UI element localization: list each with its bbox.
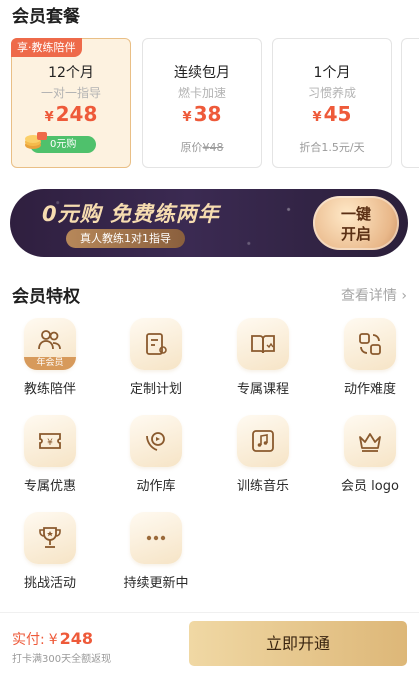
- privilege-custom-plan[interactable]: 定制计划: [108, 318, 204, 397]
- trophy-icon: [24, 512, 76, 564]
- plan-card-12-months[interactable]: 享·教练陪伴 12个月 一对一指导 ¥248 0元购: [11, 38, 131, 168]
- plan-name: 1个月: [313, 65, 351, 81]
- privilege-label: 专属课程: [236, 382, 289, 397]
- privilege-coupon[interactable]: ¥ 专属优惠: [2, 415, 98, 494]
- plan-price: ¥45: [273, 102, 391, 126]
- plan-card-monthly[interactable]: 连续包月 燃卡加速 ¥38 原价¥48: [142, 38, 262, 168]
- currency-symbol: ¥: [44, 110, 54, 125]
- daily-price-note: 折合1.5元/天: [299, 141, 365, 154]
- annual-member-tag: 年会员: [24, 357, 76, 370]
- banner-title: 0元购 免费练两年: [42, 202, 220, 226]
- privilege-member-logo[interactable]: 会员 logo: [322, 415, 418, 494]
- privilege-action-library[interactable]: 动作库: [108, 415, 204, 494]
- original-price: 原价¥48: [143, 139, 261, 155]
- see-details-link[interactable]: 查看详情 ›: [341, 285, 407, 305]
- privilege-label: 教练陪伴: [23, 382, 76, 397]
- privilege-label: 持续更新中: [123, 576, 189, 591]
- music-icon: [237, 415, 289, 467]
- coupon-icon: ¥: [24, 415, 76, 467]
- privilege-label: 专属优惠: [23, 479, 76, 494]
- plan-card-1-month[interactable]: 1个月 习惯养成 ¥45 折合1.5元/天: [272, 38, 392, 168]
- privilege-challenge[interactable]: 挑战活动: [2, 512, 98, 591]
- privilege-label: 挑战活动: [23, 576, 76, 591]
- currency-symbol: ¥: [312, 110, 322, 125]
- zero-purchase-label: 0元购: [50, 139, 77, 150]
- privilege-music[interactable]: 训练音乐: [215, 415, 311, 494]
- difficulty-icon: [344, 318, 396, 370]
- plan-card-partial[interactable]: [401, 38, 419, 168]
- privilege-more[interactable]: 持续更新中: [108, 512, 204, 591]
- open-membership-button[interactable]: 立即开通: [189, 621, 407, 666]
- privilege-label: 会员 logo: [341, 479, 399, 494]
- privilege-exclusive-course[interactable]: 专属课程: [215, 318, 311, 397]
- original-price-label: 原价: [180, 141, 203, 154]
- pay-label: 实付:: [12, 632, 45, 648]
- cashback-note: 打卡满300天全额返现: [12, 654, 112, 665]
- plan-list: 享·教练陪伴 12个月 一对一指导 ¥248 0元购 连续包月 燃卡加速 ¥38…: [11, 38, 419, 170]
- privileges-title: 会员特权: [12, 287, 80, 307]
- plan-subtitle: 习惯养成: [307, 86, 356, 100]
- banner-open-button[interactable]: 一键 开启: [313, 196, 399, 250]
- privilege-label: 动作库: [136, 479, 176, 494]
- plan-name: 12个月: [48, 65, 94, 81]
- more-icon: [130, 512, 182, 564]
- pay-amount: 248: [59, 629, 94, 648]
- svg-text:¥: ¥: [47, 438, 53, 448]
- privilege-coach[interactable]: 年会员 教练陪伴: [2, 318, 98, 397]
- currency-symbol: ¥: [48, 632, 58, 648]
- payment-amount: 实付: ¥248: [12, 629, 93, 649]
- price-value: 248: [55, 102, 98, 126]
- price-value: 45: [323, 102, 352, 126]
- course-icon: [237, 318, 289, 370]
- checkout-bar: 实付: ¥248 打卡满300天全额返现 立即开通: [0, 612, 419, 674]
- privilege-label: 动作难度: [343, 382, 396, 397]
- library-icon: [130, 415, 182, 467]
- privilege-label: 定制计划: [129, 382, 182, 397]
- plan-price: ¥248: [12, 102, 130, 126]
- promo-banner[interactable]: 0元购 免费练两年 真人教练1对1指导 一键 开启: [10, 189, 408, 257]
- zero-purchase-badge: 0元购: [25, 132, 96, 153]
- plan-subtitle: 燃卡加速: [177, 86, 226, 100]
- privilege-difficulty[interactable]: 动作难度: [322, 318, 418, 397]
- plan-icon: [130, 318, 182, 370]
- coach-tag: 享·教练陪伴: [11, 38, 82, 57]
- plan-subtitle: 一对一指导: [40, 86, 101, 100]
- plan-name: 连续包月: [174, 65, 230, 81]
- banner-subtitle: 真人教练1对1指导: [66, 229, 185, 248]
- banner-button-line2: 开启: [340, 225, 371, 243]
- original-price-value: ¥48: [202, 141, 224, 154]
- price-value: 38: [193, 102, 222, 126]
- coach-icon: 年会员: [24, 318, 76, 370]
- banner-button-line1: 一键: [340, 205, 371, 223]
- plan-price: ¥38: [143, 102, 261, 126]
- crown-icon: [344, 415, 396, 467]
- plans-title: 会员套餐: [12, 7, 80, 27]
- coin-icon: [24, 130, 48, 152]
- privilege-label: 训练音乐: [236, 479, 289, 494]
- currency-symbol: ¥: [182, 110, 192, 125]
